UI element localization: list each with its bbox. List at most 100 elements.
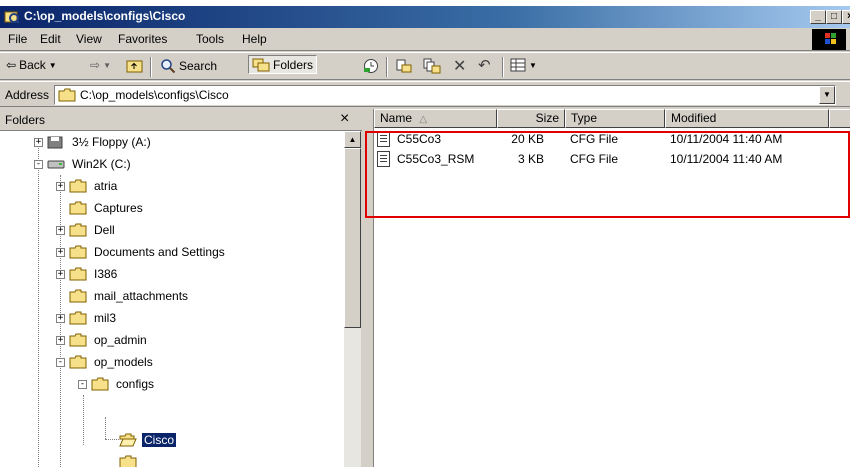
explorer-icon [4, 11, 20, 24]
back-dropdown-icon[interactable]: ▼ [49, 61, 57, 70]
cfg-file-icon [377, 131, 390, 147]
file-name: C55Co3_RSM [397, 152, 475, 166]
tree-line [38, 142, 39, 467]
tree-line [105, 417, 106, 439]
folder-icon [69, 333, 87, 347]
delete-icon[interactable]: ✕ [453, 56, 466, 76]
tree-item-configs[interactable]: - configs [78, 373, 156, 395]
tree-item-label: op_admin [94, 333, 147, 347]
tree-item-label: Dell [94, 223, 115, 237]
up-folder-button[interactable] [126, 58, 144, 73]
folders-icon [252, 58, 270, 72]
expand-icon[interactable]: + [56, 269, 65, 279]
undo-icon[interactable]: ↶ [478, 56, 491, 74]
history-icon [364, 59, 378, 73]
tree-item-cisco[interactable]: Cisco [119, 429, 177, 451]
back-arrow-icon: ⇦ [6, 58, 17, 72]
menu-file[interactable]: File [8, 32, 27, 46]
address-value: C:\op_models\configs\Cisco [80, 88, 229, 102]
history-button[interactable] [362, 58, 380, 74]
menu-edit[interactable]: Edit [40, 32, 61, 46]
column-header-name[interactable]: Name △ [374, 109, 497, 128]
collapse-icon[interactable]: - [56, 357, 65, 367]
back-button[interactable]: ⇦ Back ▼ [6, 58, 57, 72]
expand-icon[interactable]: + [56, 181, 65, 191]
tree-line [105, 439, 119, 440]
column-header-type[interactable]: Type [565, 109, 665, 128]
close-button[interactable]: × [842, 10, 850, 24]
file-type: CFG File [570, 152, 618, 166]
search-button[interactable]: Search [160, 58, 217, 74]
collapse-icon[interactable]: - [78, 379, 87, 389]
tree-item-label: 3½ Floppy (A:) [72, 135, 151, 149]
expand-icon[interactable]: + [34, 137, 43, 147]
tree-line [83, 395, 84, 445]
title-bar[interactable]: C:\op_models\configs\Cisco _ □ × [0, 6, 850, 28]
scrollbar-thumb[interactable] [344, 148, 361, 328]
tree-item-documents-and-settings[interactable]: + Documents and Settings [56, 241, 227, 263]
folders-pane-header: Folders × [0, 109, 362, 131]
menu-tools[interactable]: Tools [196, 32, 224, 46]
views-button[interactable]: ▼ [510, 58, 537, 72]
tree-item-floppy[interactable]: + 3½ Floppy (A:) [34, 131, 153, 153]
menu-help[interactable]: Help [242, 32, 267, 46]
address-dropdown-icon[interactable]: ▼ [819, 86, 835, 104]
minimize-button[interactable]: _ [810, 10, 826, 24]
column-header-label: Name [380, 111, 413, 125]
window-title: C:\op_models\configs\Cisco [24, 9, 186, 23]
cfg-file-icon [377, 151, 390, 167]
file-modified: 10/11/2004 11:40 AM [670, 132, 783, 146]
search-label: Search [179, 59, 218, 73]
copy-to-icon [423, 58, 441, 74]
expand-icon[interactable]: + [56, 225, 65, 235]
tree-item-win2k[interactable]: - Win2K (C:) [34, 153, 133, 175]
folder-icon [69, 355, 87, 369]
tree-item-op-admin[interactable]: + op_admin [56, 329, 149, 351]
forward-dropdown-icon[interactable]: ▼ [103, 61, 111, 70]
move-to-button[interactable] [395, 58, 413, 74]
folders-label: Folders [273, 57, 314, 72]
tree-item-dell[interactable]: + Dell [56, 219, 117, 241]
back-label: Back [19, 58, 46, 72]
tree-item-label: Documents and Settings [94, 245, 225, 259]
close-pane-icon[interactable]: × [340, 110, 349, 128]
file-type: CFG File [570, 132, 618, 146]
tree-item-label: mil3 [94, 311, 117, 325]
folder-tree-scrollbar[interactable]: ▲ [344, 131, 361, 467]
folders-pane: Folders × + 3½ Floppy (A:) - Win2K (C:) … [0, 109, 362, 467]
toolbar-separator [502, 57, 504, 77]
column-header-modified[interactable]: Modified [665, 109, 829, 128]
scroll-up-icon[interactable]: ▲ [344, 131, 361, 148]
forward-button[interactable]: ⇨ ▼ [90, 58, 111, 72]
tree-item-mil3[interactable]: + mil3 [56, 307, 118, 329]
folder-icon [69, 267, 87, 281]
open-folder-icon [119, 433, 137, 447]
file-row[interactable]: C55Co3 20 KB CFG File 10/11/2004 11:40 A… [374, 130, 850, 149]
expand-icon[interactable]: + [56, 313, 65, 323]
address-input[interactable]: C:\op_models\configs\Cisco ▼ [54, 85, 836, 105]
menu-favorites[interactable]: Favorites [118, 32, 167, 46]
expand-icon[interactable]: + [56, 335, 65, 345]
maximize-button[interactable]: □ [826, 10, 842, 24]
tree-item-mail-attachments[interactable]: mail_attachments [69, 285, 190, 307]
column-header-filler [829, 109, 850, 128]
views-dropdown-icon: ▼ [529, 60, 537, 70]
tree-item-atria[interactable]: + atria [56, 175, 119, 197]
tree-item-label: mail_attachments [94, 289, 189, 303]
tree-item-i386[interactable]: + I386 [56, 263, 119, 285]
menu-bar: File Edit View Favorites Tools Help [0, 28, 850, 51]
collapse-icon[interactable]: - [34, 159, 43, 169]
move-to-icon [396, 59, 412, 73]
menu-view[interactable]: View [76, 32, 102, 46]
file-size: 20 KB [511, 132, 544, 146]
folders-button[interactable]: Folders [248, 55, 318, 74]
folders-pane-title: Folders [5, 113, 46, 127]
file-row[interactable]: C55Co3_RSM 3 KB CFG File 10/11/2004 11:4… [374, 150, 850, 169]
expand-icon[interactable]: + [56, 247, 65, 257]
copy-to-button[interactable] [423, 58, 441, 74]
address-bar: Address C:\op_models\configs\Cisco ▼ [0, 81, 850, 107]
tree-item-captures[interactable]: Captures [69, 197, 145, 219]
tree-item-op-models[interactable]: - op_models [56, 351, 155, 373]
column-header-size[interactable]: Size [497, 109, 565, 128]
tree-item-label: op_models [94, 355, 153, 369]
